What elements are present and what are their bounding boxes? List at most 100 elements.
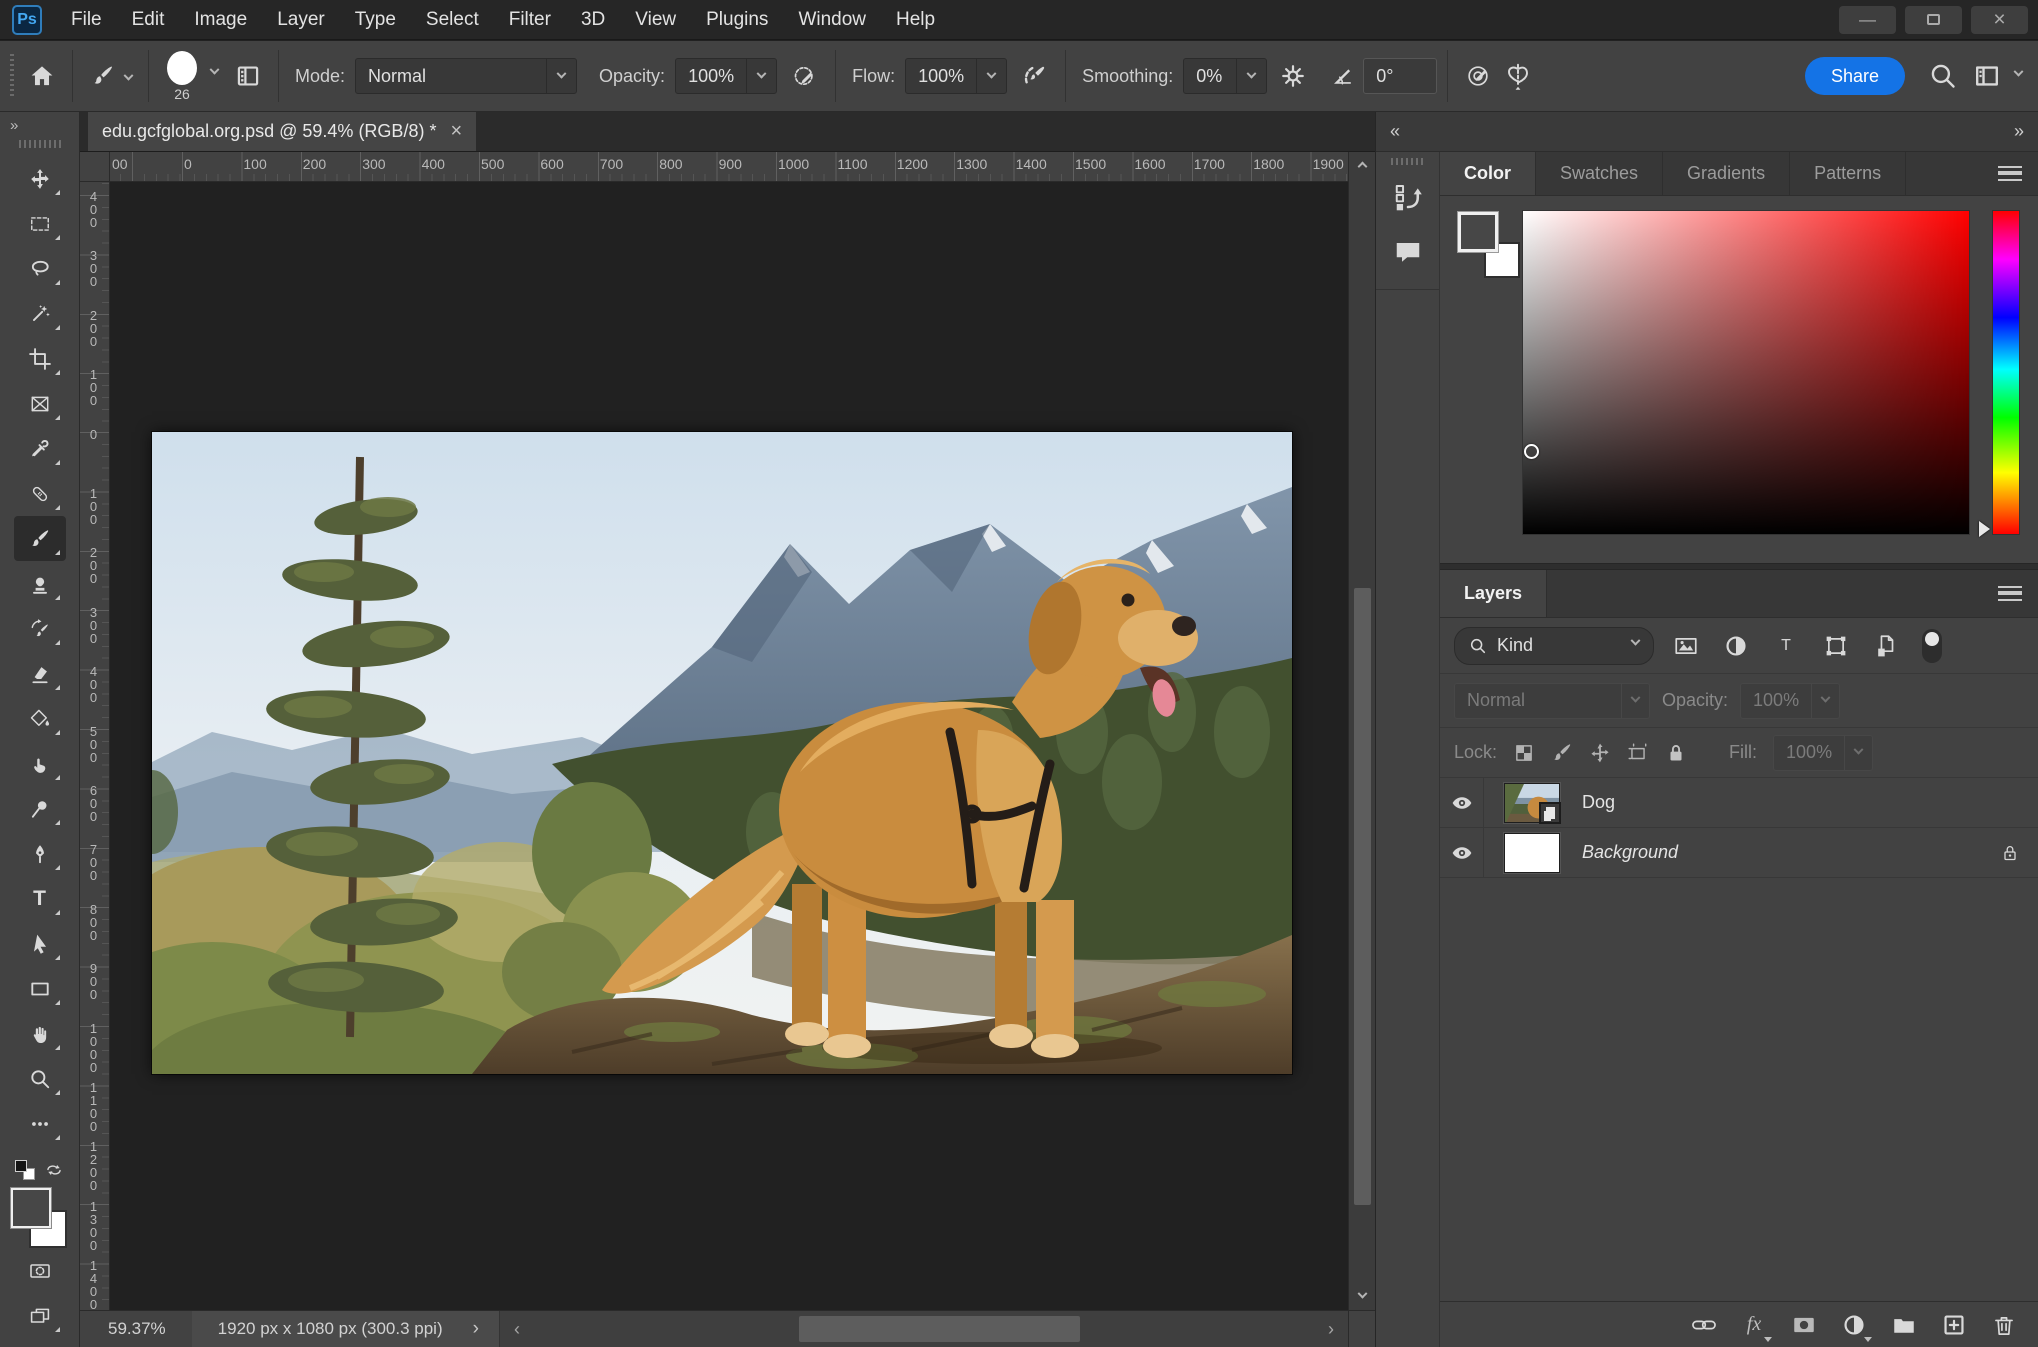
tool-preset-button[interactable]	[83, 56, 123, 96]
hue-slider-marker[interactable]	[1979, 521, 1990, 537]
menu-item[interactable]: Select	[411, 0, 494, 40]
menu-item[interactable]: View	[620, 0, 691, 40]
ruler-corner[interactable]	[80, 152, 110, 182]
menu-item[interactable]: Type	[340, 0, 411, 40]
vertical-scrollbar[interactable]	[1348, 152, 1375, 1347]
maximize-button[interactable]	[1905, 5, 1962, 34]
paint-symmetry-button[interactable]	[1498, 56, 1538, 96]
lock-position-icon[interactable]	[1589, 742, 1611, 764]
flow-input[interactable]: 100%	[905, 58, 1008, 94]
quick-mask-button[interactable]	[14, 1248, 66, 1293]
layer-visibility-toggle[interactable]	[1440, 828, 1484, 877]
workspace-switcher-button[interactable]	[1967, 56, 2007, 96]
history-panel-button[interactable]	[1385, 175, 1431, 221]
vertical-ruler[interactable]: 400 300 200 100 0 100 200 300 400 500 600 700 800 900…	[80, 182, 110, 1310]
horizontal-scroll-track[interactable]	[534, 1311, 1314, 1347]
default-colors-button[interactable]	[14, 1160, 35, 1180]
comments-panel-button[interactable]	[1385, 229, 1431, 275]
tab-close-icon[interactable]: ×	[450, 120, 462, 143]
menu-item[interactable]: Edit	[117, 0, 180, 40]
gradient-tool[interactable]	[14, 696, 66, 741]
layer-visibility-toggle[interactable]	[1440, 778, 1484, 827]
smudge-tool[interactable]	[14, 741, 66, 786]
path-selection-tool[interactable]	[14, 921, 66, 966]
tab-layers[interactable]: Layers	[1440, 570, 1548, 617]
color-panel-menu-icon[interactable]	[1998, 166, 2022, 181]
lock-all-icon[interactable]	[1665, 742, 1687, 764]
history-brush-tool[interactable]	[14, 606, 66, 651]
pen-tool[interactable]	[14, 831, 66, 876]
rectangle-tool[interactable]	[14, 966, 66, 1011]
brush-preview[interactable]: 26	[159, 50, 205, 102]
clone-stamp-tool[interactable]	[14, 561, 66, 606]
brush-angle-input[interactable]: 0°	[1363, 58, 1438, 94]
status-expand-icon[interactable]: ›	[473, 1318, 479, 1340]
options-bar-grip[interactable]	[10, 54, 14, 98]
tool-preset-chevron[interactable]	[123, 70, 134, 81]
home-button[interactable]	[22, 56, 62, 96]
foreground-color-swatch[interactable]	[9, 1187, 52, 1229]
swap-colors-button[interactable]	[43, 1160, 65, 1180]
menu-item[interactable]: Image	[179, 0, 262, 40]
layer-row-background[interactable]: Background	[1440, 828, 2038, 878]
screen-mode-button[interactable]	[14, 1293, 66, 1338]
airbrush-button[interactable]	[1015, 56, 1055, 96]
vertical-scroll-track[interactable]	[1349, 180, 1375, 1282]
new-layer-button[interactable]	[1934, 1306, 1974, 1344]
collapse-icon-strip[interactable]: «	[1376, 112, 1440, 151]
scroll-up-icon[interactable]	[1349, 152, 1375, 180]
layer-fill-input[interactable]: 100%	[1773, 734, 1874, 771]
tab-patterns[interactable]: Patterns	[1790, 152, 1907, 195]
layer-opacity-input[interactable]: 100%	[1740, 682, 1841, 719]
brush-picker-chevron[interactable]	[209, 64, 220, 75]
lock-transparency-icon[interactable]	[1513, 742, 1535, 764]
layers-panel-menu-icon[interactable]	[1998, 586, 2022, 601]
crop-tool[interactable]	[14, 336, 66, 381]
edit-toolbar-button[interactable]	[14, 1101, 66, 1146]
pressure-size-button[interactable]	[1458, 56, 1498, 96]
toggle-brush-settings-button[interactable]	[228, 56, 268, 96]
filter-toggle[interactable]	[1922, 628, 1942, 663]
layer-blend-mode-select[interactable]: Normal	[1454, 682, 1650, 719]
zoom-level[interactable]: 59.37%	[80, 1319, 192, 1339]
tab-swatches[interactable]: Swatches	[1536, 152, 1664, 195]
color-foreground-swatch[interactable]	[1457, 211, 1499, 253]
lock-paint-icon[interactable]	[1551, 742, 1573, 764]
share-button[interactable]: Share	[1804, 57, 1905, 95]
scroll-left-icon[interactable]: ‹	[500, 1319, 534, 1340]
rectangular-marquee-tool[interactable]	[14, 201, 66, 246]
opacity-input[interactable]: 100%	[675, 58, 778, 94]
filter-type-layers-button[interactable]: T	[1768, 628, 1804, 664]
eyedropper-tool[interactable]	[14, 426, 66, 471]
menu-item[interactable]: Layer	[262, 0, 340, 40]
horizontal-scrollbar[interactable]: ‹ ›	[498, 1311, 1348, 1347]
layer-styles-button[interactable]: fx	[1734, 1306, 1774, 1344]
quick-selection-tool[interactable]	[14, 291, 66, 336]
menu-item[interactable]: Filter	[494, 0, 566, 40]
lasso-tool[interactable]	[14, 246, 66, 291]
smoothing-input[interactable]: 0%	[1183, 58, 1268, 94]
lock-artboard-icon[interactable]	[1627, 742, 1649, 764]
pressure-opacity-button[interactable]	[785, 56, 825, 96]
hue-slider[interactable]	[1992, 210, 2020, 535]
horizontal-ruler[interactable]: 00 0 100 200 300 400 500 600 700 800 900 1000 1100 12…	[110, 152, 1348, 182]
tools-panel-expand[interactable]: »	[0, 112, 79, 138]
filter-pixel-layers-button[interactable]	[1668, 628, 1704, 664]
eraser-tool[interactable]	[14, 651, 66, 696]
menu-item[interactable]: Help	[881, 0, 950, 40]
collapse-panels[interactable]: »	[1440, 112, 2038, 151]
canvas-pasteboard[interactable]	[110, 182, 1348, 1310]
blend-mode-select[interactable]: Normal	[355, 58, 578, 94]
scroll-down-icon[interactable]	[1349, 1282, 1375, 1310]
add-layer-mask-button[interactable]	[1784, 1306, 1824, 1344]
canvas-document[interactable]	[152, 432, 1292, 1074]
vertical-scroll-thumb[interactable]	[1354, 587, 1371, 1205]
tab-color[interactable]: Color	[1440, 152, 1536, 195]
menu-item[interactable]: 3D	[566, 0, 620, 40]
spot-healing-brush-tool[interactable]	[14, 471, 66, 516]
minimize-button[interactable]: —	[1839, 5, 1896, 34]
color-picker-marker[interactable]	[1524, 443, 1539, 459]
frame-tool[interactable]	[14, 381, 66, 426]
delete-layer-button[interactable]	[1984, 1306, 2024, 1344]
hand-tool[interactable]	[14, 1011, 66, 1056]
